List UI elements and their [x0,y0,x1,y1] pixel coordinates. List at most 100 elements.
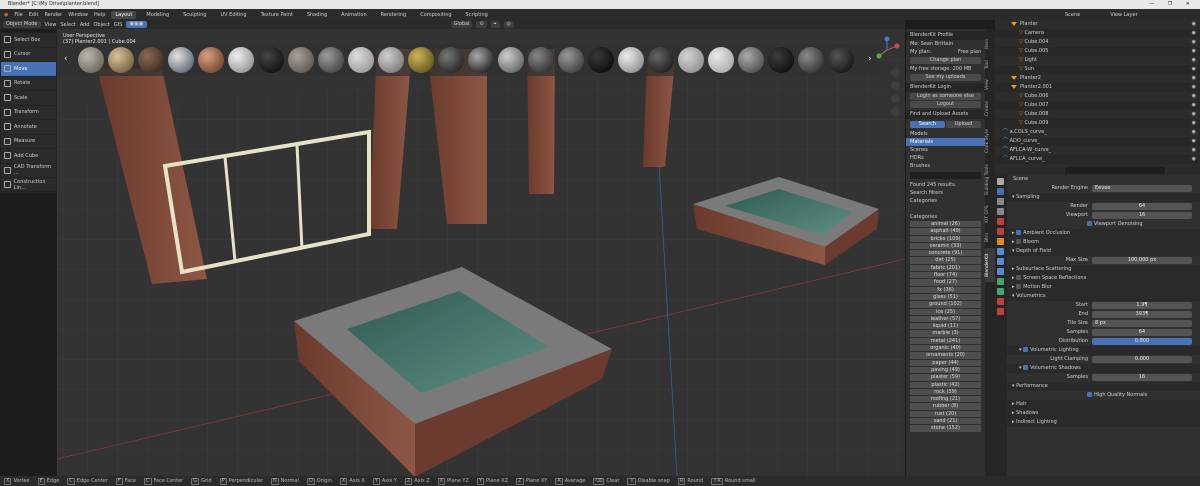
section-volumetric-lighting[interactable]: ▾ Volumetric Lighting [1007,346,1200,355]
material-thumbnail[interactable] [738,47,764,73]
sidebar-tab-btm[interactable]: Btm [985,228,995,246]
shadow-samples-field[interactable]: 16 [1092,374,1192,381]
section-ssr[interactable]: ▸ Screen Space Reflections [1007,274,1200,283]
visibility-eye-icon[interactable]: ◉ [1192,146,1196,155]
category-item[interactable]: paper (44) [910,359,981,367]
categories-toggle[interactable]: Categories [906,197,985,205]
hand-pan-icon[interactable] [891,81,900,90]
outliner-row[interactable]: Planter2 ◉ [995,74,1200,83]
material-properties-icon[interactable] [997,298,1004,305]
sidebar-tab-kitops[interactable]: KIT OPS [985,202,995,226]
category-item[interactable]: asphalt (49) [910,228,981,236]
vol-end-field[interactable]: 393¶ [1092,311,1192,318]
section-motion-blur[interactable]: ▸ Motion Blur [1007,283,1200,292]
material-thumbnail[interactable] [318,47,344,73]
vol-start-field[interactable]: 1.9¶ [1092,302,1192,309]
camera-view-icon[interactable] [891,94,900,103]
outliner-row[interactable]: ⌒ AFLCA-W_curve_ ◉ [995,146,1200,155]
tab-compositing[interactable]: Compositing [416,11,455,19]
menu-gis[interactable]: GIS [114,22,123,28]
visibility-eye-icon[interactable]: ◉ [1192,128,1196,137]
high-quality-normals-checkbox[interactable]: High Quality Normals [1007,391,1200,400]
asset-type-models[interactable]: Models [906,130,985,138]
category-item[interactable]: glass (51) [910,293,981,302]
viewport-samples-field[interactable]: 16 [1092,212,1192,219]
tool-select-box[interactable]: Select Box [1,33,56,48]
section-hair[interactable]: ▸ Hair [1007,400,1200,409]
logout-button[interactable]: Logout [910,101,981,108]
tab-rendering[interactable]: Rendering [377,11,411,19]
select-mode-icons[interactable]: ▣▣▣ [126,21,147,28]
visibility-eye-icon[interactable]: ◉ [1192,47,1196,56]
outliner-row[interactable]: ⌒ ADO_curve_ ◉ [995,137,1200,146]
category-item[interactable]: metal (241) [910,337,981,346]
category-item[interactable]: paving (49) [910,366,981,375]
category-item[interactable]: food (27) [910,279,981,287]
tab-modeling[interactable]: Modeling [142,11,173,19]
render-samples-field[interactable]: 64 [1092,203,1192,210]
tab-uv-editing[interactable]: UV Editing [216,11,250,19]
category-item[interactable]: marble (3) [910,330,981,338]
mode-dropdown[interactable]: Object Mode [3,21,41,28]
category-item[interactable]: rust (20) [910,410,981,419]
category-item[interactable]: bricks (109) [910,235,981,243]
category-item[interactable]: leather (57) [910,315,981,324]
view-layer-icon[interactable] [997,208,1004,215]
tool-cursor[interactable]: Cursor [1,48,56,62]
menu-add[interactable]: Add [80,22,90,28]
change-plan-button[interactable]: Change plan [910,57,981,64]
bk-login-header[interactable]: BlenderKit Login [906,83,985,92]
tab-sculpting[interactable]: Sculpting [179,11,210,19]
scene-selector[interactable]: Scene [1065,12,1080,18]
tool-rotate[interactable]: Rotate [1,77,56,91]
category-item[interactable]: rock (39) [910,388,981,397]
section-depth-of-field[interactable]: ▾ Depth of Field [1007,247,1200,256]
tab-scripting[interactable]: Scripting [462,11,492,19]
login-else-button[interactable]: Login as someone else [910,93,981,100]
menu-select[interactable]: Select [60,22,75,28]
particles-icon[interactable] [997,258,1004,265]
material-thumbnail[interactable] [408,47,434,73]
section-volumetric-shadows[interactable]: ▾ Volumetric Shadows [1007,364,1200,373]
max-size-field[interactable]: 100.000 px [1092,257,1192,264]
material-thumbnail[interactable] [588,47,614,73]
sidebar-tab-view[interactable]: View [985,76,995,94]
tool-cad-transform[interactable]: CAD Transform ... [1,164,56,178]
tool-measure[interactable]: Measure [1,135,56,149]
material-thumbnail[interactable] [258,47,284,73]
category-item[interactable]: plastic (42) [910,381,981,389]
category-item[interactable]: stone (152) [910,425,981,433]
tool-add-cube[interactable]: Add Cube [1,149,56,164]
material-thumbnail[interactable] [828,47,854,73]
material-thumbnail[interactable] [198,47,224,73]
tool-construction-lines[interactable]: Construction Lin... [1,178,56,193]
tool-annotate[interactable]: Annotate [1,120,56,135]
section-indirect-lighting[interactable]: ▸ Indirect Lighting [1007,418,1200,427]
material-thumbnail[interactable] [78,47,104,73]
material-thumbnail[interactable] [618,47,644,73]
material-thumbnail[interactable] [468,47,494,73]
sidebar-tab-blenderkit[interactable]: BlenderKit [985,248,995,282]
asset-type-brushes[interactable]: Brushes [906,162,985,170]
category-item[interactable]: roofing (21) [910,396,981,404]
asset-type-materials[interactable]: Materials [906,138,985,146]
category-item[interactable]: ground (102) [910,301,981,309]
modifier-icon[interactable] [997,248,1004,255]
material-thumbnail[interactable] [288,47,314,73]
visibility-eye-icon[interactable]: ◉ [1192,119,1196,128]
tab-animation[interactable]: Animation [337,11,371,19]
upload-tab-button[interactable]: Upload [946,121,981,128]
outliner-row[interactable]: ⌒ a.COLS_curve_ ◉ [995,128,1200,137]
3d-viewport[interactable] [57,29,905,476]
sidebar-tab-item[interactable]: Item [985,34,995,54]
material-thumbnail[interactable] [708,47,734,73]
visibility-eye-icon[interactable]: ◉ [1192,38,1196,47]
outliner-row[interactable]: Planter2.001 ◉ [995,83,1200,92]
sidebar-tab-cook-style[interactable]: Cook Style [985,124,995,158]
visibility-eye-icon[interactable]: ◉ [1192,155,1196,164]
material-thumbnail[interactable] [798,47,824,73]
material-thumbnail[interactable] [648,47,674,73]
material-thumbnail[interactable] [108,47,134,73]
pivot-icon[interactable]: ⊙ [476,21,487,28]
menu-object[interactable]: Object [94,22,110,28]
